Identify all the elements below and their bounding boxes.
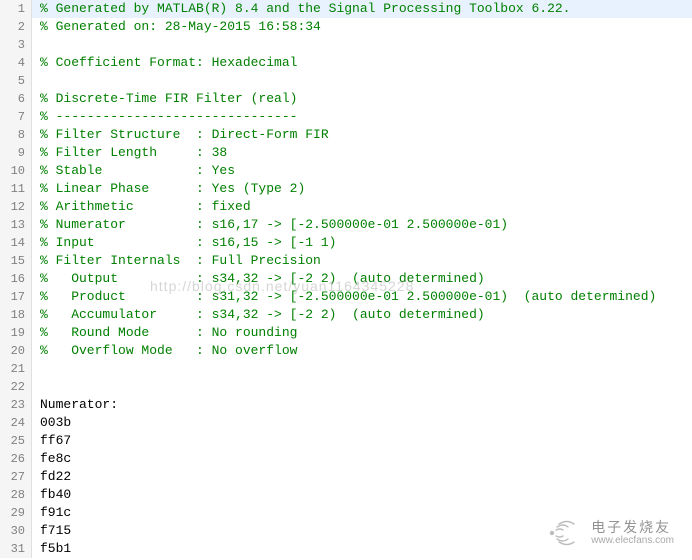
line-content[interactable]: % Round Mode : No rounding [32,324,692,342]
line-content[interactable]: 003b [32,414,692,432]
line-number: 12 [0,198,32,216]
line-number: 1 [0,0,32,18]
code-line[interactable]: 8% Filter Structure : Direct-Form FIR [0,126,692,144]
code-line[interactable]: 23Numerator: [0,396,692,414]
line-content[interactable]: % Stable : Yes [32,162,692,180]
line-number: 25 [0,432,32,450]
code-line[interactable]: 28fb40 [0,486,692,504]
line-content[interactable]: fb40 [32,486,692,504]
line-number: 9 [0,144,32,162]
line-content[interactable]: % Input : s16,15 -> [-1 1) [32,234,692,252]
line-number: 10 [0,162,32,180]
line-number: 18 [0,306,32,324]
line-content[interactable] [32,72,692,90]
line-number: 7 [0,108,32,126]
line-content[interactable]: % Numerator : s16,17 -> [-2.500000e-01 2… [32,216,692,234]
line-content[interactable]: % Overflow Mode : No overflow [32,342,692,360]
code-line[interactable]: 4% Coefficient Format: Hexadecimal [0,54,692,72]
line-number: 5 [0,72,32,90]
line-content[interactable]: ff67 [32,432,692,450]
code-line[interactable]: 26fe8c [0,450,692,468]
line-number: 8 [0,126,32,144]
code-line[interactable]: 9% Filter Length : 38 [0,144,692,162]
line-number: 13 [0,216,32,234]
line-content[interactable]: % Coefficient Format: Hexadecimal [32,54,692,72]
line-number: 31 [0,540,32,558]
code-line[interactable]: 10% Stable : Yes [0,162,692,180]
code-line[interactable]: 5 [0,72,692,90]
line-content[interactable]: % Accumulator : s34,32 -> [-2 2) (auto d… [32,306,692,324]
line-number: 27 [0,468,32,486]
line-number: 15 [0,252,32,270]
code-line[interactable]: 29f91c [0,504,692,522]
line-content[interactable] [32,36,692,54]
line-number: 17 [0,288,32,306]
line-number: 24 [0,414,32,432]
line-content[interactable]: fe8c [32,450,692,468]
line-content[interactable]: % Arithmetic : fixed [32,198,692,216]
line-number: 28 [0,486,32,504]
line-content[interactable]: % Filter Structure : Direct-Form FIR [32,126,692,144]
line-content[interactable]: f91c [32,504,692,522]
code-line[interactable]: 6% Discrete-Time FIR Filter (real) [0,90,692,108]
line-content[interactable]: % Product : s31,32 -> [-2.500000e-01 2.5… [32,288,692,306]
line-number: 23 [0,396,32,414]
line-number: 26 [0,450,32,468]
code-line[interactable]: 21 [0,360,692,378]
code-line[interactable]: 3 [0,36,692,54]
line-content[interactable]: f5b1 [32,540,692,558]
line-content[interactable]: % Generated by MATLAB(R) 8.4 and the Sig… [32,0,692,18]
code-line[interactable]: 11% Linear Phase : Yes (Type 2) [0,180,692,198]
code-line[interactable]: 25ff67 [0,432,692,450]
code-line[interactable]: 30f715 [0,522,692,540]
line-content[interactable]: % ------------------------------- [32,108,692,126]
line-content[interactable]: % Filter Length : 38 [32,144,692,162]
line-content[interactable]: f715 [32,522,692,540]
code-line[interactable]: 7% ------------------------------- [0,108,692,126]
line-number: 30 [0,522,32,540]
line-content[interactable]: Numerator: [32,396,692,414]
line-number: 19 [0,324,32,342]
line-number: 20 [0,342,32,360]
line-number: 29 [0,504,32,522]
code-line[interactable]: 31f5b1 [0,540,692,558]
line-number: 14 [0,234,32,252]
line-content[interactable]: % Output : s34,32 -> [-2 2) (auto determ… [32,270,692,288]
code-line[interactable]: 18% Accumulator : s34,32 -> [-2 2) (auto… [0,306,692,324]
code-line[interactable]: 20% Overflow Mode : No overflow [0,342,692,360]
code-line[interactable]: 12% Arithmetic : fixed [0,198,692,216]
line-number: 21 [0,360,32,378]
code-line[interactable]: 2% Generated on: 28-May-2015 16:58:34 [0,18,692,36]
code-line[interactable]: 22 [0,378,692,396]
line-content[interactable]: % Linear Phase : Yes (Type 2) [32,180,692,198]
line-content[interactable]: fd22 [32,468,692,486]
line-content[interactable] [32,360,692,378]
code-line[interactable]: 17% Product : s31,32 -> [-2.500000e-01 2… [0,288,692,306]
code-line[interactable]: 14% Input : s16,15 -> [-1 1) [0,234,692,252]
line-number: 2 [0,18,32,36]
line-content[interactable]: % Filter Internals : Full Precision [32,252,692,270]
line-number: 4 [0,54,32,72]
line-number: 3 [0,36,32,54]
code-line[interactable]: 24003b [0,414,692,432]
line-number: 6 [0,90,32,108]
code-line[interactable]: 15% Filter Internals : Full Precision [0,252,692,270]
code-line[interactable]: 19% Round Mode : No rounding [0,324,692,342]
code-line[interactable]: 1% Generated by MATLAB(R) 8.4 and the Si… [0,0,692,18]
line-number: 16 [0,270,32,288]
code-line[interactable]: 27fd22 [0,468,692,486]
code-editor[interactable]: 1% Generated by MATLAB(R) 8.4 and the Si… [0,0,692,558]
line-content[interactable]: % Generated on: 28-May-2015 16:58:34 [32,18,692,36]
line-number: 22 [0,378,32,396]
line-number: 11 [0,180,32,198]
code-line[interactable]: 16% Output : s34,32 -> [-2 2) (auto dete… [0,270,692,288]
line-content[interactable] [32,378,692,396]
code-line[interactable]: 13% Numerator : s16,17 -> [-2.500000e-01… [0,216,692,234]
line-content[interactable]: % Discrete-Time FIR Filter (real) [32,90,692,108]
